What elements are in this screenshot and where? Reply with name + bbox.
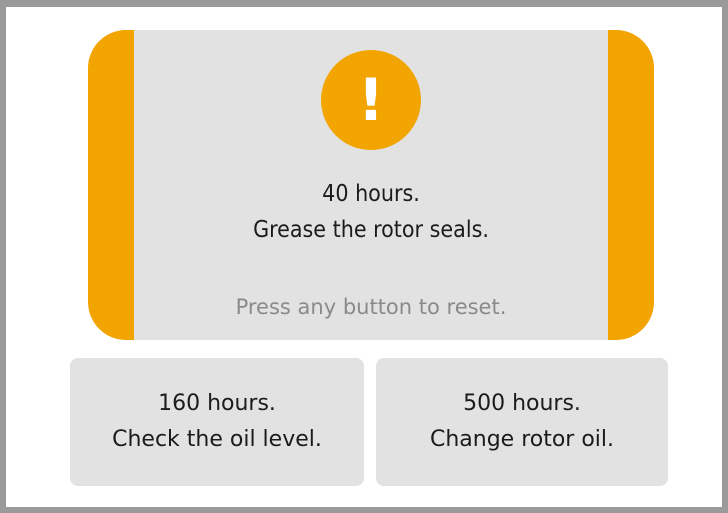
task-interval: 160 hours.	[158, 391, 276, 416]
reset-hint: Press any button to reset.	[235, 295, 507, 319]
active-maintenance-alert[interactable]: ! 40 hours. Grease the rotor seals. Pres…	[88, 30, 654, 340]
task-text: 160 hours. Check the oil level.	[70, 386, 364, 458]
task-interval: 500 hours.	[463, 391, 581, 416]
alert-interval: 40 hours.	[322, 181, 420, 207]
upcoming-task-card[interactable]: 160 hours. Check the oil level.	[70, 358, 364, 486]
task-description: Check the oil level.	[112, 427, 322, 452]
upcoming-task-card[interactable]: 500 hours. Change rotor oil.	[376, 358, 668, 486]
alert-task: Grease the rotor seals.	[253, 217, 489, 243]
maintenance-screen: ! 40 hours. Grease the rotor seals. Pres…	[6, 7, 722, 507]
alert-message: 40 hours. Grease the rotor seals.	[134, 176, 608, 248]
exclamation-icon: !	[321, 50, 421, 150]
alert-panel: ! 40 hours. Grease the rotor seals. Pres…	[134, 30, 608, 340]
task-text: 500 hours. Change rotor oil.	[376, 386, 668, 458]
task-description: Change rotor oil.	[429, 427, 615, 452]
